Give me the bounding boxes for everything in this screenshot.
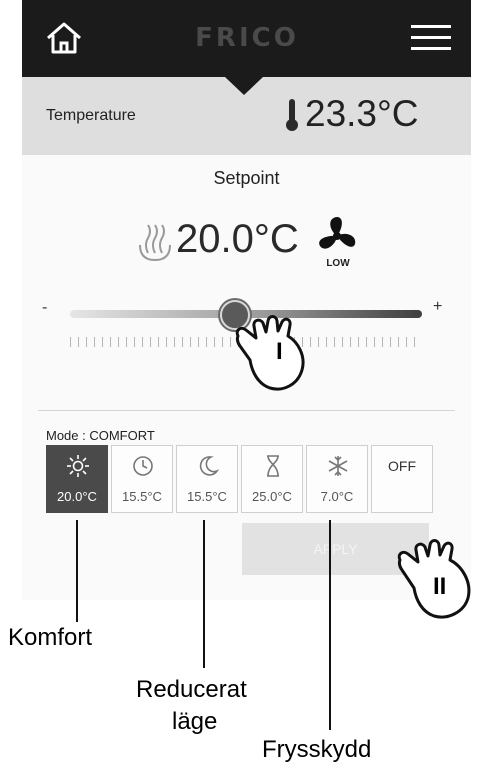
hourglass-icon (267, 455, 279, 477)
clock-icon (133, 456, 153, 476)
mode-temp-comfort: 20.0°C (57, 489, 97, 504)
frysskydd-callout-line (329, 520, 331, 730)
temperature-label: Temperature (46, 107, 136, 124)
frico-logo: FRICO (195, 23, 299, 53)
temperature-value: 23.3°C (305, 93, 419, 134)
mode-button-boost[interactable]: 25.0°C (241, 445, 303, 513)
home-icon[interactable] (42, 18, 86, 58)
mode-temp-frost: 7.0°C (320, 489, 354, 504)
mode-button-timer[interactable]: 15.5°C (111, 445, 173, 513)
komfort-callout-line (76, 520, 78, 622)
sun-icon (67, 455, 89, 477)
snowflake-icon (328, 456, 348, 476)
slider-minus-label[interactable]: - (42, 299, 47, 317)
reducerat-label-line2: läge (172, 708, 218, 735)
header-notch (225, 77, 263, 95)
moon-icon (199, 456, 220, 476)
setpoint-value: 20.0°C (176, 217, 299, 261)
mode-button-frost[interactable]: 7.0°C (306, 445, 368, 513)
thermometer-icon (286, 99, 298, 131)
mode-off-label: OFF (388, 458, 416, 474)
mode-button-comfort[interactable]: 20.0°C (46, 445, 108, 513)
mode-label: Mode : COMFORT (46, 428, 155, 443)
hamburger-menu-icon[interactable] (408, 20, 454, 56)
hand-2-marker: II (433, 573, 447, 600)
mode-temp-boost: 25.0°C (252, 489, 292, 504)
mode-button-off[interactable]: OFF (371, 445, 433, 513)
app-screen: FRICO Temperature 23.3°C Setpoint 20.0°C (22, 0, 471, 600)
frysskydd-label: Frysskydd (262, 736, 372, 763)
fan-icon[interactable] (313, 215, 361, 257)
slider-plus-label[interactable]: + (433, 298, 442, 316)
mode-button-reduced[interactable]: 15.5°C (176, 445, 238, 513)
mode-temp-timer: 15.5°C (122, 489, 162, 504)
reducerat-label-line1: Reducerat (136, 676, 247, 703)
fan-level-label: LOW (326, 258, 350, 269)
hand-1-marker: I (276, 338, 283, 365)
mode-temp-reduced: 15.5°C (187, 489, 227, 504)
heating-icon (139, 224, 171, 262)
top-bar: FRICO (22, 0, 471, 77)
komfort-label: Komfort (8, 624, 93, 651)
setpoint-label: Setpoint (213, 168, 280, 188)
divider (38, 410, 455, 411)
reducerat-callout-line (203, 520, 205, 668)
